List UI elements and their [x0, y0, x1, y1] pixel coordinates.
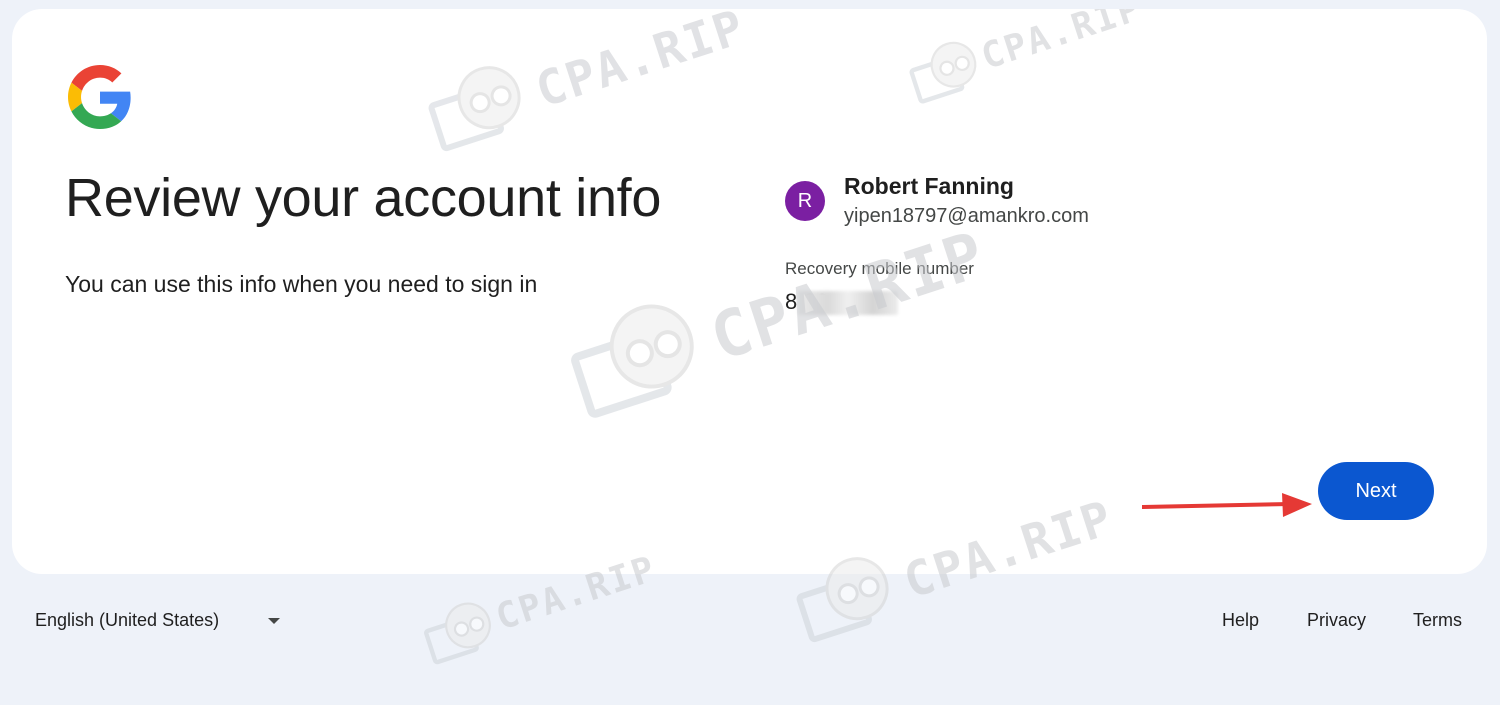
red-arrow-annotation — [1142, 493, 1312, 517]
watermark-text: CPA.RIP — [529, 9, 753, 119]
recovery-phone-label: Recovery mobile number — [785, 259, 974, 278]
page-subtitle: You can use this info when you need to s… — [65, 271, 538, 297]
footer-link-terms[interactable]: Terms — [1413, 610, 1462, 631]
main-card: Review your account info You can use thi… — [12, 9, 1487, 574]
caret-down-icon[interactable] — [267, 617, 281, 625]
avatar: R — [785, 181, 825, 221]
watermark: CPA.RIP — [555, 204, 995, 483]
redaction-blur — [798, 291, 898, 315]
account-name: Robert Fanning — [844, 173, 1014, 199]
watermark: CPA.RIP — [901, 9, 1163, 153]
account-email: yipen18797@amankro.com — [844, 205, 1089, 227]
footer-link-privacy[interactable]: Privacy — [1307, 610, 1366, 631]
watermark-text: CPA.RIP — [976, 9, 1147, 78]
language-selector[interactable]: English (United States) — [35, 610, 219, 631]
google-logo — [68, 65, 131, 129]
footer-link-help[interactable]: Help — [1222, 610, 1259, 631]
footer: English (United States) Help Privacy Ter… — [0, 490, 1500, 670]
page-title: Review your account info — [65, 168, 662, 228]
next-button[interactable]: Next — [1318, 462, 1434, 520]
